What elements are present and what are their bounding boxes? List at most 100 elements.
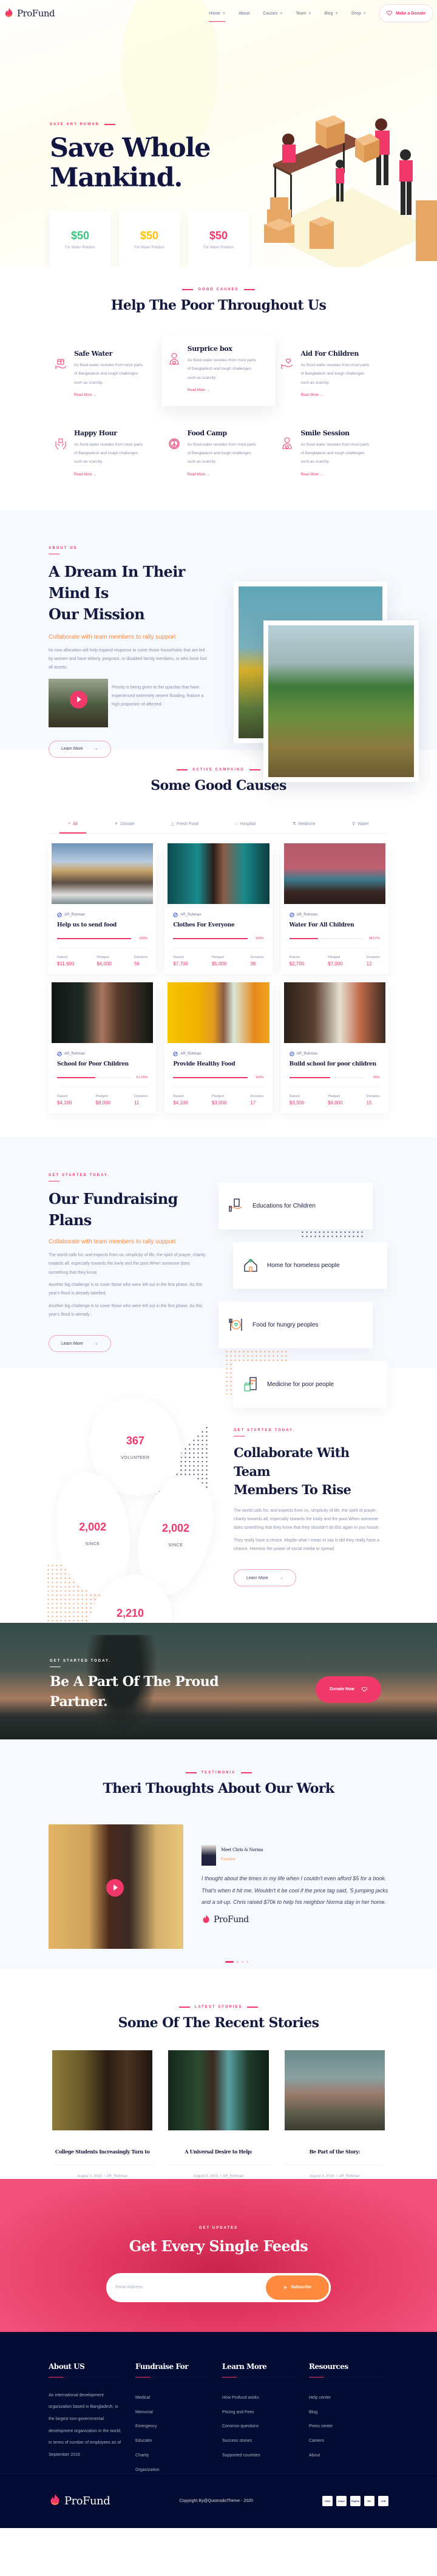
nav-home[interactable]: Home + xyxy=(202,0,232,27)
read-more-link[interactable]: Read More → xyxy=(74,473,97,477)
cause-image[interactable] xyxy=(168,982,269,1043)
hero-card[interactable]: $50 For Water Polution xyxy=(119,211,180,267)
partner-banner: Get Started Today. Be A Part Of The Prou… xyxy=(0,1622,437,1739)
footer-logo[interactable]: ProFund xyxy=(49,2493,110,2509)
read-more-link[interactable]: Read More → xyxy=(300,473,323,477)
collaborate-content: Get Started Today. Collaborate With Team… xyxy=(234,1429,385,1587)
stat-label: Donators xyxy=(366,1094,380,1098)
cause-card[interactable]: AR_Rohman School for Poor Children 51.25… xyxy=(49,982,157,1113)
plan-item[interactable]: Home for homeless people xyxy=(233,1242,387,1289)
plan-item[interactable]: Food for hungry peoples xyxy=(218,1301,373,1348)
slider-dot[interactable] xyxy=(225,1960,234,1963)
cause-stats: Raised $11,600 Pledged $4,000 Donators 56 xyxy=(57,947,148,967)
tab-hospital[interactable]: ⌂ Hospital xyxy=(226,815,264,833)
footer-link[interactable]: Supported countries xyxy=(222,2449,302,2463)
read-more-link[interactable]: Read More → xyxy=(300,393,323,397)
cause-image[interactable] xyxy=(168,843,269,904)
cause-card[interactable]: AR_Rohman Clothes For Everyone 100% Rais… xyxy=(164,843,273,974)
make-donate-button[interactable]: Make a Donate xyxy=(378,4,433,22)
help-item-text: As flood water recedes from most parts o… xyxy=(187,442,256,464)
learn-more-button[interactable]: Learn More → xyxy=(234,1569,296,1587)
donate-label: Make a Donate xyxy=(395,11,425,16)
cause-title[interactable]: Build school for poor children xyxy=(290,1061,380,1067)
footer-link[interactable]: Emergency xyxy=(135,2419,215,2434)
footer-link[interactable]: Educatin xyxy=(135,2434,215,2449)
cause-title[interactable]: Water For All Children xyxy=(290,922,380,928)
learn-more-button[interactable]: Learn More → xyxy=(49,1335,111,1353)
about-text: he new allocation will help expand respo… xyxy=(49,648,207,670)
logo[interactable]: ProFund xyxy=(4,7,55,19)
email-input[interactable] xyxy=(108,2285,266,2290)
testimonial-person: Meet Chris & Norma Founder xyxy=(202,1844,390,1866)
cause-image[interactable] xyxy=(52,843,154,904)
help-item-title: Safe Water xyxy=(74,350,113,358)
story-image[interactable] xyxy=(52,2050,153,2130)
cause-author: AR_Rohman xyxy=(289,912,380,917)
tab-medicine[interactable]: ⚗ Medicine xyxy=(283,815,324,833)
cause-title[interactable]: Clothes For Everyone xyxy=(173,922,263,928)
progress-fill xyxy=(173,937,248,939)
nav-label: Blog xyxy=(324,11,333,16)
read-more-link[interactable]: Read More → xyxy=(188,389,210,392)
about-section: About Us A Dream In Their Mind Is Our Mis… xyxy=(0,509,437,782)
play-icon[interactable] xyxy=(70,690,87,709)
cause-card[interactable]: AR_Rohman Provide Healthy Food 100% Rais… xyxy=(164,982,273,1113)
tab-donate[interactable]: ⚘ Donate xyxy=(106,815,143,833)
stat-number: 2,002 xyxy=(79,1520,107,1533)
cause-title[interactable]: Help us to send food xyxy=(57,922,147,928)
stat-label: Pledged xyxy=(328,955,340,959)
plan-item[interactable]: Educations for Children xyxy=(218,1182,373,1229)
slider-dot[interactable] xyxy=(237,1960,239,1963)
help-item-text: As flood water recedes from most parts o… xyxy=(187,358,256,380)
story-title[interactable]: Be Part of the Story: xyxy=(284,2149,385,2165)
tab-all[interactable]: ⌕ All xyxy=(59,815,86,834)
cause-title[interactable]: School for Poor Children xyxy=(57,1061,147,1067)
read-more-link[interactable]: Read More → xyxy=(74,393,97,397)
footer-link[interactable]: Common questions xyxy=(222,2419,302,2434)
tab-water[interactable]: ⚲ Water xyxy=(344,815,378,833)
footer-link[interactable]: Blog xyxy=(309,2405,388,2420)
footer-bottom: ProFund Copyright By@QuomodoTheme - 2020… xyxy=(0,2473,437,2528)
footer-link[interactable]: About xyxy=(309,2449,388,2463)
nav-blog[interactable]: Blog + xyxy=(317,0,344,27)
footer-link[interactable]: Careers xyxy=(309,2434,388,2449)
footer-link[interactable]: How Profund works xyxy=(222,2391,302,2405)
cause-image[interactable] xyxy=(52,982,154,1043)
slider-dot[interactable] xyxy=(242,1960,243,1963)
cause-card[interactable]: AR_Rohman Water For All Children 38.57% … xyxy=(280,843,388,974)
footer-link[interactable]: Medical xyxy=(135,2391,215,2405)
tab-fresh-food[interactable]: △ Fresh Food xyxy=(163,815,207,833)
cause-card[interactable]: AR_Rohman Help us to send food 100% Rais… xyxy=(49,843,157,974)
cause-title[interactable]: Provide Healthy Food xyxy=(173,1061,263,1067)
pledged-value: $8,000 xyxy=(95,1099,110,1106)
footer-link[interactable]: Memorial xyxy=(135,2405,215,2420)
story-image[interactable] xyxy=(284,2050,385,2130)
footer-link[interactable]: Success stories xyxy=(222,2434,302,2449)
hero-card[interactable]: $50 For Water Polution xyxy=(50,211,110,267)
nav-team[interactable]: Team + xyxy=(289,0,317,27)
hero-cards: $50 For Water Polution $50 For Water Polut… xyxy=(50,211,249,267)
video-thumbnail[interactable] xyxy=(49,678,108,727)
play-icon[interactable] xyxy=(106,1878,124,1897)
story-title[interactable]: A Universal Desire to Help: xyxy=(168,2149,269,2165)
read-more-link[interactable]: Read More → xyxy=(188,473,210,477)
cause-image[interactable] xyxy=(283,982,385,1043)
testimonial-video[interactable] xyxy=(49,1824,183,1949)
footer-link[interactable]: Press center xyxy=(309,2419,388,2434)
nav-shop[interactable]: Shop + xyxy=(345,0,373,27)
story-image[interactable] xyxy=(168,2050,269,2130)
footer-link[interactable]: Pricing and Fees xyxy=(222,2405,302,2420)
stat-label: Raised xyxy=(57,955,68,959)
cause-card[interactable]: AR_Rohman Build school for poor children… xyxy=(280,982,388,1113)
slider-dot[interactable] xyxy=(246,1960,248,1963)
nav-about[interactable]: About xyxy=(232,0,256,27)
hero-card[interactable]: $50 For Water Polution xyxy=(188,211,249,267)
subscribe-button[interactable]: ➤ Subscribe xyxy=(266,2275,329,2300)
nav-causes[interactable]: Causes + xyxy=(256,0,289,27)
footer-link[interactable]: Charity xyxy=(135,2449,215,2463)
footer-link[interactable]: Help center xyxy=(309,2391,388,2405)
cause-image[interactable] xyxy=(283,843,385,904)
progress-fill xyxy=(173,1076,248,1078)
donate-now-button[interactable]: Donate Now xyxy=(316,1676,381,1703)
story-title[interactable]: College Students Increasingly Turn to xyxy=(52,2149,153,2165)
